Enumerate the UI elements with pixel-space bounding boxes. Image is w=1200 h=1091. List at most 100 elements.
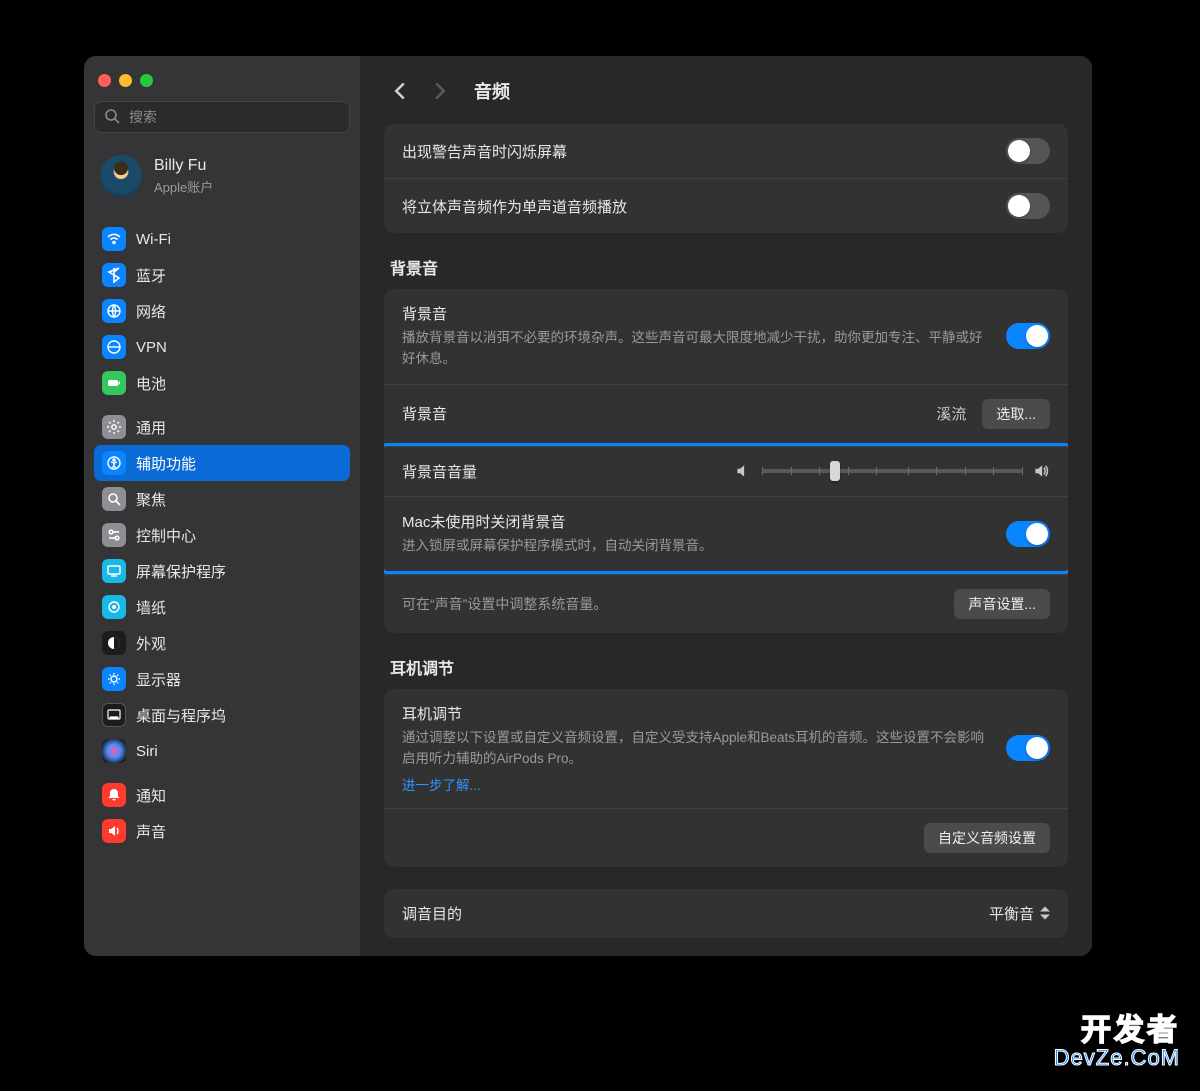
sidebar-label: 网络 bbox=[136, 301, 166, 322]
custom-audio-button[interactable]: 自定义音频设置 bbox=[924, 823, 1050, 853]
sidebar-item-vpn[interactable]: VPN bbox=[94, 329, 350, 365]
sidebar-item-battery[interactable]: 电池 bbox=[94, 365, 350, 401]
sidebar-item-notifications[interactable]: 通知 bbox=[94, 777, 350, 813]
sidebar-item-screensaver[interactable]: 屏幕保护程序 bbox=[94, 553, 350, 589]
avatar bbox=[100, 155, 142, 197]
wallpaper-icon bbox=[102, 595, 126, 619]
sidebar-label: 通知 bbox=[136, 785, 166, 806]
sidebar-item-network[interactable]: 网络 bbox=[94, 293, 350, 329]
appearance-icon bbox=[102, 631, 126, 655]
globe-icon bbox=[102, 299, 126, 323]
sidebar-label: 电池 bbox=[136, 373, 166, 394]
maximize-button[interactable] bbox=[140, 74, 153, 87]
tuning-value: 平衡音 bbox=[989, 903, 1034, 924]
content-scroll[interactable]: 出现警告声音时闪烁屏幕 将立体声音频作为单声道音频播放 背景音 背景音 播放背景… bbox=[360, 118, 1092, 956]
turn-off-when-idle-title: Mac未使用时关闭背景音 bbox=[402, 511, 990, 532]
header: 音频 bbox=[360, 56, 1092, 118]
sidebar-item-bluetooth[interactable]: 蓝牙 bbox=[94, 257, 350, 293]
back-button[interactable] bbox=[388, 79, 412, 103]
background-volume-slider[interactable] bbox=[734, 462, 1050, 480]
select-sound-button[interactable]: 选取... bbox=[982, 399, 1050, 429]
section-background-sounds: 背景音 bbox=[384, 255, 1068, 289]
accessibility-icon bbox=[102, 451, 126, 475]
bluetooth-icon bbox=[102, 263, 126, 287]
flash-screen-row: 出现警告声音时闪烁屏幕 bbox=[384, 124, 1068, 178]
sidebar: Billy Fu Apple账户 Wi-Fi 蓝牙 网络 VPN bbox=[84, 56, 360, 956]
gear-icon bbox=[102, 415, 126, 439]
sidebar-item-sound[interactable]: 声音 bbox=[94, 813, 350, 849]
custom-audio-row: 自定义音频设置 bbox=[384, 808, 1068, 867]
page-title: 音频 bbox=[474, 78, 510, 104]
sidebar-label: VPN bbox=[136, 339, 167, 356]
spotlight-icon bbox=[102, 487, 126, 511]
minimize-button[interactable] bbox=[119, 74, 132, 87]
account-name: Billy Fu bbox=[154, 157, 213, 175]
highlighted-region: 背景音音量 Mac未使用时关闭背景音 bbox=[384, 443, 1068, 574]
turn-off-when-idle-row: Mac未使用时关闭背景音 进入锁屏或屏幕保护程序模式时，自动关闭背景音。 bbox=[384, 496, 1068, 571]
account-row[interactable]: Billy Fu Apple账户 bbox=[94, 145, 350, 213]
sidebar-item-appearance[interactable]: 外观 bbox=[94, 625, 350, 661]
alerts-card: 出现警告声音时闪烁屏幕 将立体声音频作为单声道音频播放 bbox=[384, 124, 1068, 233]
background-sound-select-row: 背景音 溪流 选取... bbox=[384, 384, 1068, 443]
headphone-desc: 通过调整以下设置或自定义音频设置，自定义受支持Apple和Beats耳机的音频。… bbox=[402, 728, 990, 770]
sidebar-item-general[interactable]: 通用 bbox=[94, 409, 350, 445]
bell-icon bbox=[102, 783, 126, 807]
section-headphone: 耳机调节 bbox=[384, 655, 1068, 689]
siri-icon bbox=[102, 739, 126, 763]
sound-settings-button[interactable]: 声音设置... bbox=[954, 589, 1050, 619]
background-sound-toggle[interactable] bbox=[1006, 323, 1050, 349]
system-settings-window: Billy Fu Apple账户 Wi-Fi 蓝牙 网络 VPN bbox=[84, 56, 1092, 956]
control-center-icon bbox=[102, 523, 126, 547]
tuning-card: 调音目的 平衡音 bbox=[384, 889, 1068, 938]
sidebar-label: 墙纸 bbox=[136, 597, 166, 618]
sidebar-label: 蓝牙 bbox=[136, 265, 166, 286]
sidebar-item-wallpaper[interactable]: 墙纸 bbox=[94, 589, 350, 625]
chevron-updown-icon bbox=[1040, 906, 1050, 920]
learn-more-link[interactable]: 进一步了解... bbox=[402, 774, 990, 794]
sidebar-label: 声音 bbox=[136, 821, 166, 842]
sound-icon bbox=[102, 819, 126, 843]
sidebar-label: 显示器 bbox=[136, 669, 181, 690]
sidebar-label: 外观 bbox=[136, 633, 166, 654]
background-sound-value: 溪流 bbox=[936, 403, 966, 424]
sidebar-item-display[interactable]: 显示器 bbox=[94, 661, 350, 697]
forward-button[interactable] bbox=[428, 79, 452, 103]
watermark-line1: 开发者 bbox=[1054, 1005, 1180, 1049]
sidebar-label: Wi-Fi bbox=[136, 231, 171, 248]
sidebar-item-wifi[interactable]: Wi-Fi bbox=[94, 221, 350, 257]
screensaver-icon bbox=[102, 559, 126, 583]
window-controls bbox=[94, 70, 350, 101]
turn-off-when-idle-toggle[interactable] bbox=[1006, 521, 1050, 547]
sidebar-item-control-center[interactable]: 控制中心 bbox=[94, 517, 350, 553]
headphone-toggle-row: 耳机调节 通过调整以下设置或自定义音频设置，自定义受支持Apple和Beats耳… bbox=[384, 689, 1068, 808]
background-sound-desc: 播放背景音以消弭不必要的环境杂声。这些声音可最大限度地减少干扰，助你更加专注、平… bbox=[402, 328, 990, 370]
sidebar-label: 聚焦 bbox=[136, 489, 166, 510]
turn-off-when-idle-desc: 进入锁屏或屏幕保护程序模式时，自动关闭背景音。 bbox=[402, 536, 990, 557]
watermark-line2: DevZe.CoM bbox=[1054, 1045, 1180, 1071]
background-volume-label: 背景音音量 bbox=[402, 461, 718, 482]
flash-screen-toggle[interactable] bbox=[1006, 138, 1050, 164]
sidebar-item-spotlight[interactable]: 聚焦 bbox=[94, 481, 350, 517]
volume-high-icon bbox=[1032, 462, 1050, 480]
sidebar-label: 辅助功能 bbox=[136, 453, 196, 474]
sidebar-label: 通用 bbox=[136, 417, 166, 438]
sound-settings-row: 可在“声音”设置中调整系统音量。 声音设置... bbox=[384, 574, 1068, 633]
headphone-toggle[interactable] bbox=[1006, 735, 1050, 761]
vpn-icon bbox=[102, 335, 126, 359]
sidebar-item-dock[interactable]: 桌面与程序坞 bbox=[94, 697, 350, 733]
sidebar-label: 屏幕保护程序 bbox=[136, 561, 226, 582]
wifi-icon bbox=[102, 227, 126, 251]
sidebar-item-accessibility[interactable]: 辅助功能 bbox=[94, 445, 350, 481]
background-volume-row: 背景音音量 bbox=[384, 446, 1068, 496]
mono-audio-row: 将立体声音频作为单声道音频播放 bbox=[384, 178, 1068, 233]
tuning-select[interactable]: 平衡音 bbox=[989, 903, 1050, 924]
sidebar-item-siri[interactable]: Siri bbox=[94, 733, 350, 769]
close-button[interactable] bbox=[98, 74, 111, 87]
headphone-card: 耳机调节 通过调整以下设置或自定义音频设置，自定义受支持Apple和Beats耳… bbox=[384, 689, 1068, 867]
sidebar-label: 控制中心 bbox=[136, 525, 196, 546]
volume-low-icon bbox=[734, 462, 752, 480]
headphone-title: 耳机调节 bbox=[402, 703, 990, 724]
search-input[interactable] bbox=[94, 101, 350, 133]
watermark: 开发者 DevZe.CoM bbox=[1054, 1005, 1180, 1071]
mono-audio-toggle[interactable] bbox=[1006, 193, 1050, 219]
